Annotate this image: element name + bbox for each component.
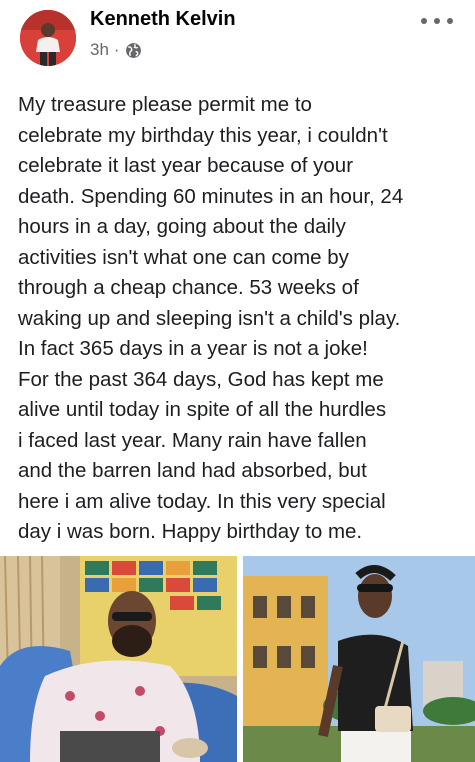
- post-text-line: and the barren land had absorbed, but: [18, 459, 367, 482]
- meta-separator: ·: [113, 40, 120, 59]
- more-options-icon[interactable]: [421, 14, 453, 28]
- post-meta: 3h ·: [90, 40, 142, 60]
- post-text-line: activities isn't what one can come by: [18, 245, 349, 269]
- author-name[interactable]: Kenneth Kelvin: [90, 8, 236, 31]
- post-text-line: i faced last year. Many rain have fallen: [18, 428, 367, 452]
- post-text-line: death. Spending 60 minutes in an hour, 2…: [18, 184, 404, 208]
- dot: [434, 18, 440, 24]
- photo-man-seated[interactable]: [0, 556, 237, 762]
- post-text-line: hours in a day, going about the daily: [18, 215, 346, 238]
- post-text-line: through a cheap chance. 53 weeks of: [18, 276, 359, 299]
- post-text-line: celebrate it last year because of your: [18, 154, 354, 177]
- post-text-line: here i am alive today. In this very spec…: [18, 489, 386, 513]
- post-text-line: My treasure please permit me to: [18, 93, 312, 116]
- post-body: My treasure please permit me to celebrat…: [18, 90, 463, 548]
- photo-woman-standing[interactable]: [243, 556, 475, 762]
- post-text-line: In fact 365 days in a year is not a joke…: [18, 337, 368, 360]
- post-text-line: day i was born. Happy birthday to me.: [18, 520, 363, 543]
- post-text-line: alive until today in spite of all the hu…: [18, 398, 387, 421]
- dot: [447, 18, 453, 24]
- post-text-line: waking up and sleeping isn't a child's p…: [18, 306, 401, 330]
- post-text-line: celebrate my birthday this year, i could…: [18, 123, 388, 147]
- dot: [421, 18, 427, 24]
- post-header: Kenneth Kelvin 3h ·: [0, 0, 475, 70]
- globe-icon[interactable]: [125, 42, 142, 59]
- post-time[interactable]: 3h: [90, 40, 109, 60]
- photo-grid: [0, 556, 475, 762]
- post-text-line: For the past 364 days, God has kept me: [18, 367, 384, 391]
- avatar[interactable]: [20, 10, 76, 66]
